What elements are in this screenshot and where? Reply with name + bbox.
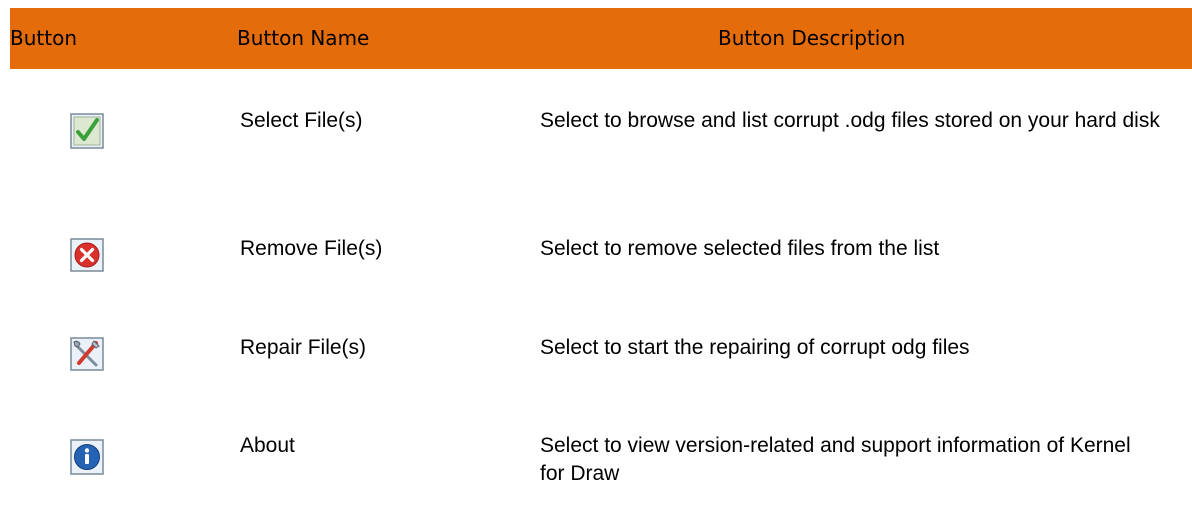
- button-reference-table: Button Button Name Button Description Se…: [10, 8, 1192, 485]
- row-name: Select File(s): [240, 109, 363, 132]
- repair-files-icon: [69, 336, 131, 376]
- header-button-name: Button Name: [237, 26, 370, 50]
- header-button-description: Button Description: [718, 26, 906, 50]
- about-icon: [69, 438, 131, 478]
- header-button: Button: [10, 26, 77, 50]
- row-description: Select to view version-related and suppo…: [540, 434, 1131, 485]
- remove-files-icon: [69, 237, 131, 277]
- row-name: Remove File(s): [240, 237, 383, 260]
- row-name: About: [240, 434, 295, 457]
- row-name: Repair File(s): [240, 336, 367, 359]
- select-files-icon: [69, 112, 131, 152]
- table-header: Button Button Name Button Description: [10, 8, 1192, 69]
- row-description: Select to start the repairing of corrupt…: [540, 336, 970, 359]
- row-description: Select to browse and list corrupt .odg f…: [540, 109, 1160, 132]
- row-description: Select to remove selected files from the…: [540, 237, 940, 260]
